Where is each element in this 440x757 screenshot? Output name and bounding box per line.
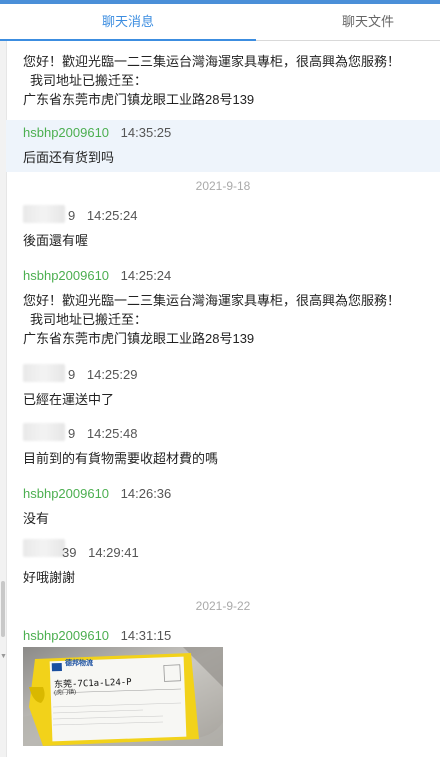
message-time: 14:25:48	[86, 426, 138, 441]
message-time: 14:25:24	[86, 208, 138, 223]
welcome-line-2: 我司地址已搬迁至：	[30, 73, 148, 88]
message-text: 好哦謝謝	[23, 570, 76, 585]
sender-name: hsbhp2009610	[23, 486, 110, 501]
message-time: 14:25:24	[120, 268, 172, 283]
welcome-line-1: 您好！歡迎光臨一二三集运台灣海運家具專柜，很高興為您服務！	[23, 293, 401, 308]
message-header: 9 14:25:24	[68, 208, 137, 223]
date-divider: 2021-9-18	[195, 179, 251, 193]
message-header: 39 14:29:41	[62, 545, 139, 560]
message-time: 14:35:25	[120, 125, 172, 140]
welcome-line-3: 广东省东莞市虎门镇龙眼工业路28号139	[23, 92, 255, 107]
sender-name: 9	[68, 367, 76, 382]
message-header: 9 14:25:48	[68, 426, 137, 441]
photo-label-district: (虎门镇)	[53, 689, 77, 697]
scrollbar-thumb[interactable]	[1, 581, 5, 637]
blurred-sender-name	[23, 205, 65, 223]
tab-bar: 聊天消息 聊天文件	[0, 4, 440, 41]
message-time: 14:25:29	[86, 367, 138, 382]
sender-name: 9	[68, 208, 76, 223]
sender-name: 9	[68, 426, 76, 441]
message-header: hsbhp2009610 14:25:24	[23, 268, 171, 283]
welcome-line-1: 您好！歡迎光臨一二三集运台灣海運家具專柜，很高興為您服務！	[23, 54, 401, 69]
message-header: hsbhp2009610 14:35:25	[23, 125, 171, 140]
message-time: 14:31:15	[120, 628, 172, 643]
message-text: 没有	[23, 511, 50, 526]
date-divider: 2021-9-22	[195, 599, 251, 613]
message-header: hsbhp2009610 14:31:15	[23, 628, 171, 643]
tab-chat-files-label: 聊天文件	[341, 14, 394, 29]
sender-name: hsbhp2009610	[23, 628, 110, 643]
message-text: 已經在運送中了	[23, 392, 115, 407]
message-header: 9 14:25:29	[68, 367, 137, 382]
blurred-sender-name	[23, 423, 65, 441]
message-text: 後面還有喔	[23, 233, 89, 248]
welcome-line-2: 我司地址已搬迁至：	[30, 312, 148, 327]
message-text: 后面还有货到吗	[23, 150, 115, 165]
welcome-line-3: 广东省东莞市虎门镇龙眼工业路28号139	[23, 331, 255, 346]
sender-name: hsbhp2009610	[23, 268, 110, 283]
photo-image	[23, 647, 223, 746]
sender-name: hsbhp2009610	[23, 125, 110, 140]
chat-history: 您好！歡迎光臨一二三集运台灣海運家具專柜，很高興為您服務！ 我司地址已搬迁至： …	[6, 41, 440, 757]
sender-name: 39	[62, 545, 77, 560]
message-time: 14:29:41	[88, 545, 139, 560]
tab-chat-messages-label: 聊天消息	[101, 14, 154, 29]
blurred-sender-name	[23, 364, 65, 382]
tab-chat-messages[interactable]: 聊天消息	[0, 4, 256, 41]
message-time: 14:26:36	[120, 486, 172, 501]
tab-chat-files[interactable]: 聊天文件	[296, 4, 440, 40]
blurred-sender-name	[23, 539, 65, 557]
message-header: hsbhp2009610 14:26:36	[23, 486, 171, 501]
message-text: 目前到的有貨物需要收超材費的嗎	[23, 451, 219, 466]
photo-brand: 德邦物流	[65, 660, 93, 667]
photo-attachment[interactable]: 德邦物流 东莞-7C1a-L24-P (虎门镇)	[23, 647, 223, 746]
